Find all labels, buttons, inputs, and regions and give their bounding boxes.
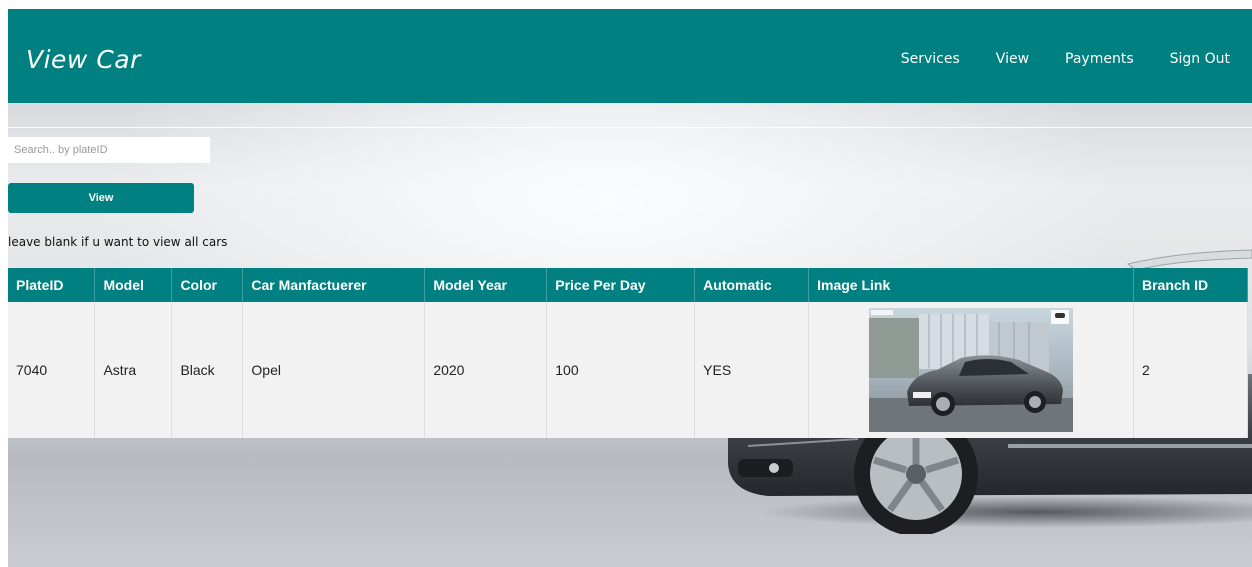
table-row: 7040 Astra Black Opel 2020 100 YES 2 — [8, 302, 1248, 438]
navbar: View Car Services View Payments Sign Out — [8, 9, 1252, 103]
column-header-plateid: PlateID — [8, 268, 96, 302]
column-header-automatic: Automatic — [694, 268, 810, 302]
nav-link-view[interactable]: View — [996, 51, 1029, 67]
search-input[interactable] — [8, 137, 210, 163]
view-button[interactable]: View — [8, 183, 194, 213]
column-header-image-link: Image Link — [808, 268, 1134, 302]
column-header-branch-id: Branch ID — [1133, 268, 1248, 302]
cell-plate-id: 7040 — [8, 302, 96, 438]
car-thumbnail-image[interactable] — [869, 308, 1074, 432]
nav-link-sign-out[interactable]: Sign Out — [1170, 51, 1230, 67]
nav-menu: Services View Payments Sign Out — [887, 51, 1252, 67]
nav-link-payments[interactable]: Payments — [1065, 51, 1134, 67]
cell-model: Astra — [94, 302, 173, 438]
column-header-manufacturer: Car Manfactuerer — [242, 268, 426, 302]
page-frame: View Car Services View Payments Sign Out — [8, 9, 1252, 567]
cell-model-year: 2020 — [424, 302, 548, 438]
hint-text: leave blank if u want to view all cars — [8, 235, 228, 249]
column-header-color: Color — [171, 268, 244, 302]
cell-price-per-day: 100 — [546, 302, 696, 438]
cars-table: PlateID Model Color Car Manfactuerer Mod… — [8, 268, 1248, 438]
cell-image-link — [808, 302, 1134, 438]
cell-manufacturer: Opel — [242, 302, 426, 438]
column-header-model: Model — [94, 268, 173, 302]
divider — [8, 127, 1252, 128]
cell-automatic: YES — [694, 302, 810, 438]
table-header-row: PlateID Model Color Car Manfactuerer Mod… — [8, 268, 1248, 302]
column-header-price-per-day: Price Per Day — [546, 268, 696, 302]
nav-link-services[interactable]: Services — [901, 51, 960, 67]
page-title: View Car — [26, 45, 141, 74]
column-header-model-year: Model Year — [424, 268, 548, 302]
cell-branch-id: 2 — [1133, 302, 1248, 438]
cell-color: Black — [171, 302, 244, 438]
